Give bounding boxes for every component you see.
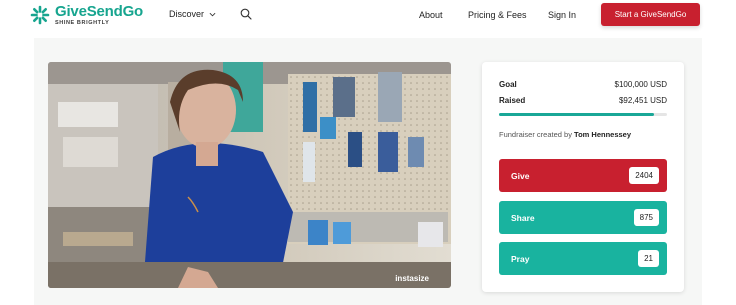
progress-bar: [499, 113, 667, 116]
give-label: Give: [511, 170, 530, 181]
nav-about-link[interactable]: About: [419, 10, 443, 20]
raised-value: $92,451 USD: [618, 96, 667, 105]
share-button[interactable]: Share 875: [499, 201, 667, 234]
discover-menu[interactable]: Discover: [169, 9, 216, 19]
sparkle-logo-icon: [30, 5, 50, 25]
logo[interactable]: GiveSendGo SHINE BRIGHTLY: [30, 4, 143, 27]
pray-button[interactable]: Pray 21: [499, 242, 667, 275]
campaign-image: [48, 62, 451, 288]
search-icon[interactable]: [240, 8, 252, 20]
progress-fill: [499, 113, 655, 116]
pray-count: 21: [638, 250, 659, 267]
photo-watermark: instasize: [395, 274, 429, 283]
discover-label: Discover: [169, 9, 205, 19]
campaign-photo[interactable]: instasize: [48, 62, 451, 288]
raised-row: Raised $92,451 USD: [499, 96, 667, 105]
pray-label: Pray: [511, 253, 530, 264]
raised-label: Raised: [499, 96, 526, 105]
creator-prefix: Fundraiser created by: [499, 130, 572, 139]
nav-signin-link[interactable]: Sign In: [548, 10, 576, 20]
give-count: 2404: [629, 167, 659, 184]
brand-name: GiveSendGo: [55, 3, 144, 20]
share-label: Share: [511, 212, 535, 223]
give-button[interactable]: Give 2404: [499, 159, 667, 192]
top-nav: GiveSendGo SHINE BRIGHTLY Discover About…: [0, 0, 736, 30]
chevron-down-icon: [209, 12, 216, 16]
donation-card: Goal $100,000 USD Raised $92,451 USD Fun…: [482, 62, 684, 292]
creator-name[interactable]: Tom Hennessey: [574, 130, 631, 139]
creator-line: Fundraiser created by Tom Hennessey: [499, 130, 631, 139]
goal-label: Goal: [499, 80, 517, 89]
start-campaign-button[interactable]: Start a GiveSendGo: [601, 3, 700, 26]
brand-tagline: SHINE BRIGHTLY: [55, 20, 110, 26]
goal-value: $100,000 USD: [614, 80, 667, 89]
nav-pricing-link[interactable]: Pricing & Fees: [468, 10, 527, 20]
share-count: 875: [633, 209, 659, 226]
goal-row: Goal $100,000 USD: [499, 80, 667, 89]
